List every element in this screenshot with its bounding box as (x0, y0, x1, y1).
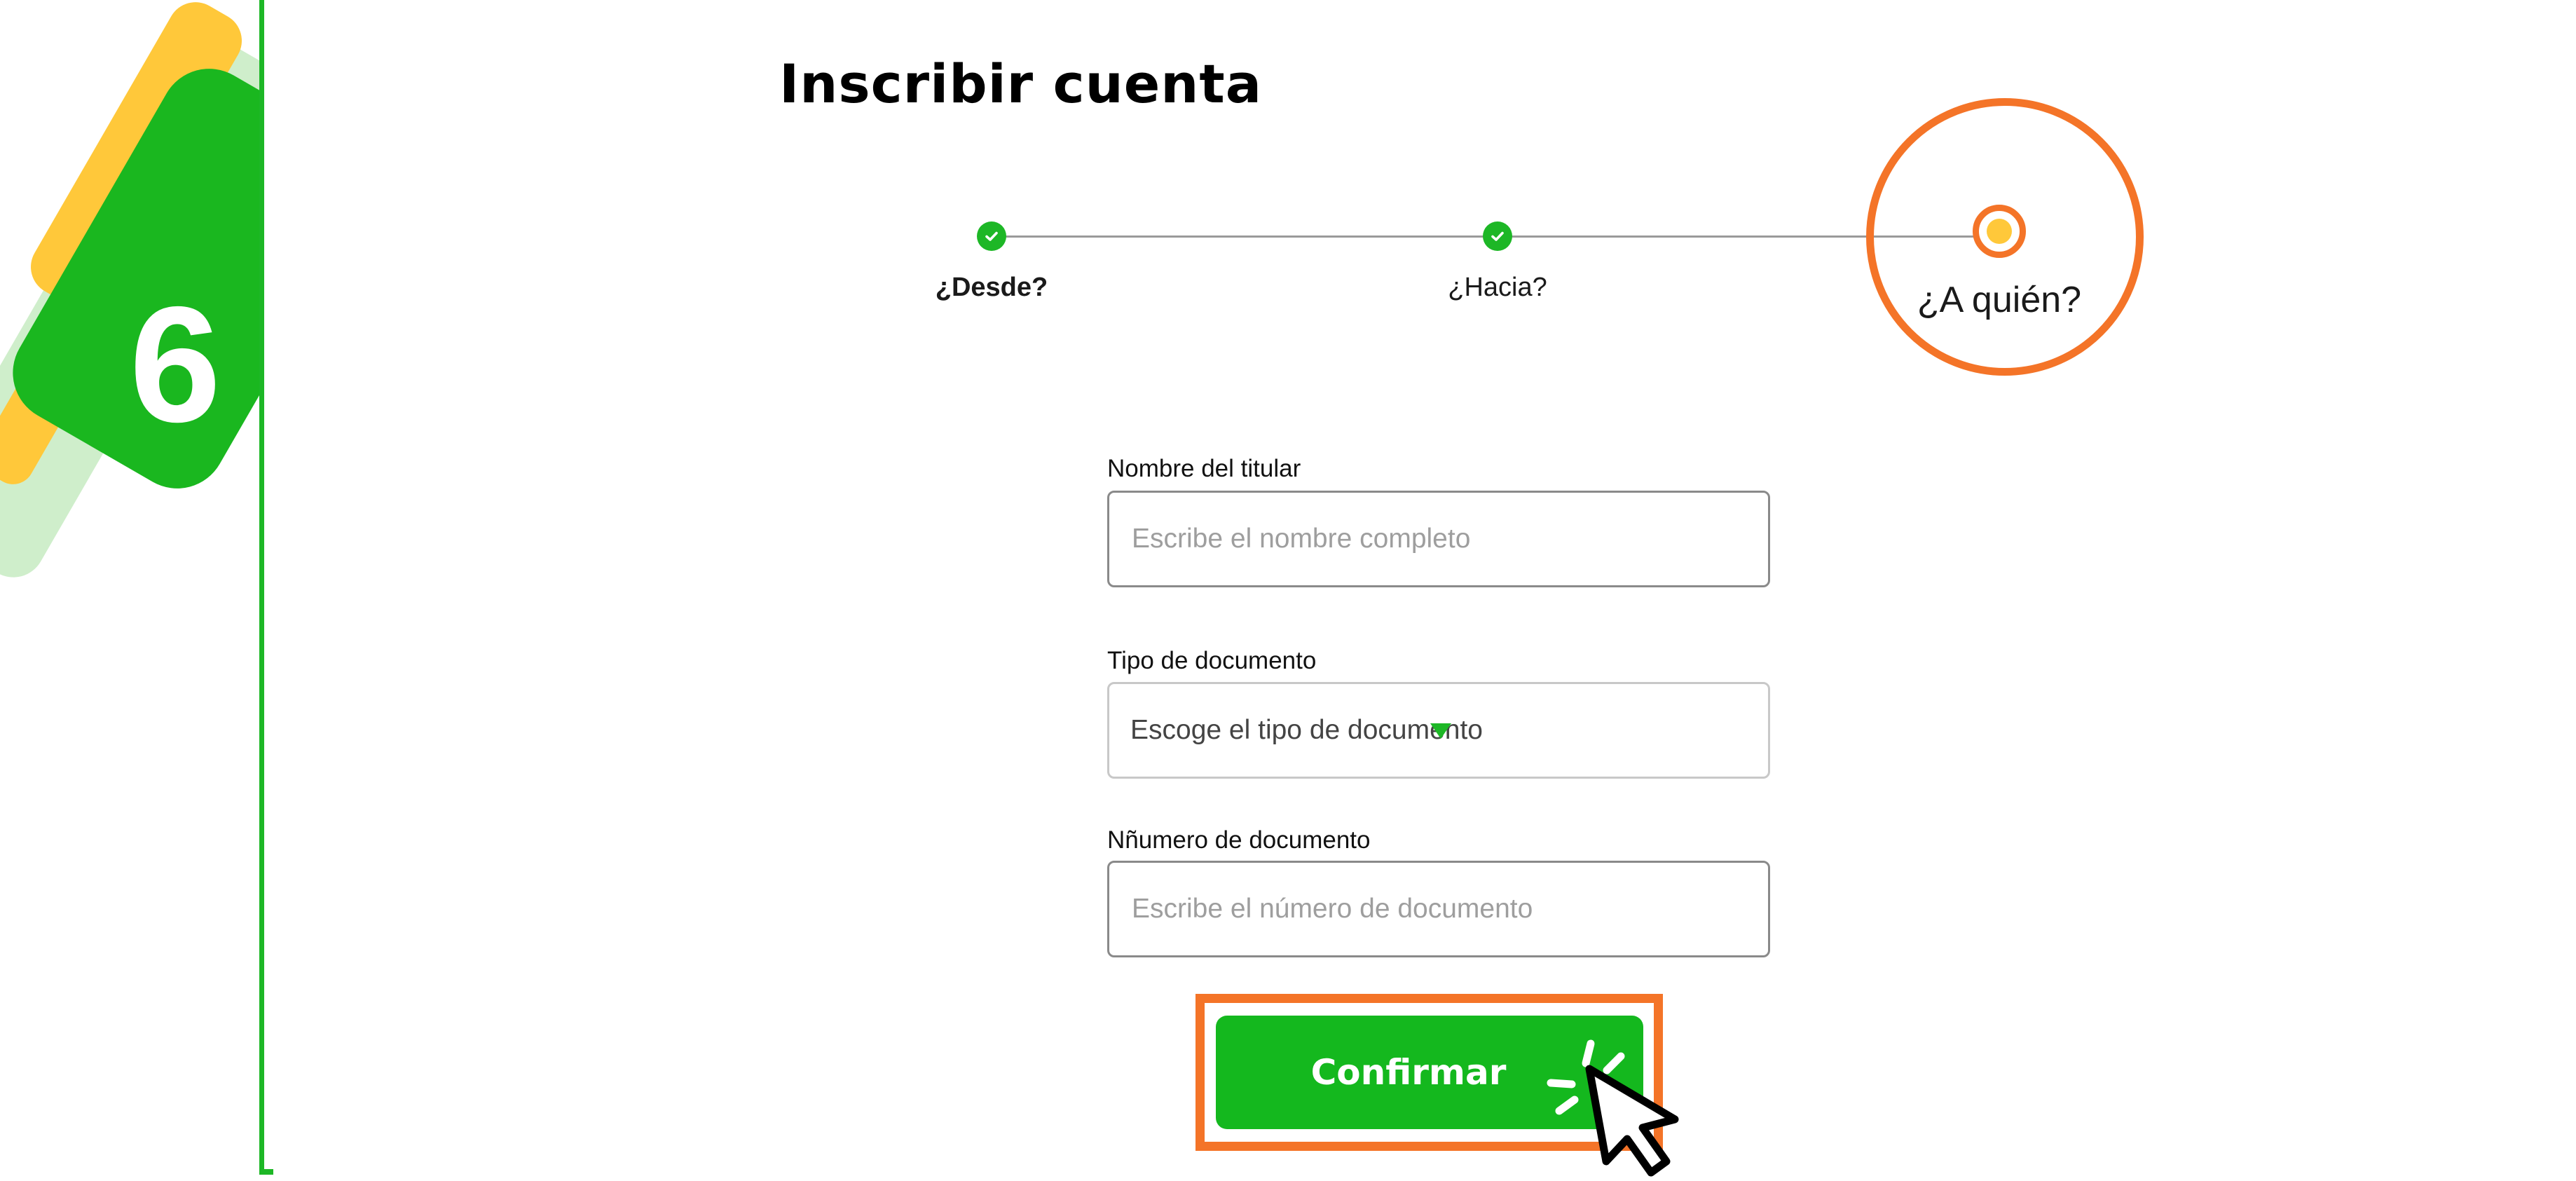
tutorial-highlight-circle (1866, 98, 2144, 376)
page-title: Inscribir cuenta (779, 53, 1263, 115)
dropdown-arrow-icon[interactable] (1430, 723, 1451, 739)
document-number-input[interactable] (1130, 893, 1750, 925)
frame-divider (259, 0, 264, 1175)
cursor-pointer-icon (1585, 1065, 1679, 1177)
step-2-completed-indicator (1483, 221, 1512, 251)
document-type-label: Tipo de documento (1107, 647, 1317, 674)
document-number-label: Nñumero de documento (1107, 826, 1371, 854)
holder-name-label: Nombre del titular (1107, 455, 1301, 482)
step-1-label[interactable]: ¿Desde? (879, 270, 1104, 305)
frame-corner (259, 1169, 273, 1175)
step-1-completed-indicator (977, 221, 1006, 251)
document-type-select[interactable]: Escoge el tipo de documento (1107, 682, 1770, 779)
checkmark-icon (985, 231, 998, 241)
step-badge-decoration (0, 0, 266, 1175)
step-2-label[interactable]: ¿Hacia? (1385, 270, 1610, 305)
tutorial-step-number: 6 (129, 272, 221, 456)
holder-name-field[interactable] (1107, 491, 1770, 587)
holder-name-input[interactable] (1130, 523, 1750, 555)
document-number-field[interactable] (1107, 861, 1770, 957)
checkmark-icon (1491, 231, 1504, 241)
